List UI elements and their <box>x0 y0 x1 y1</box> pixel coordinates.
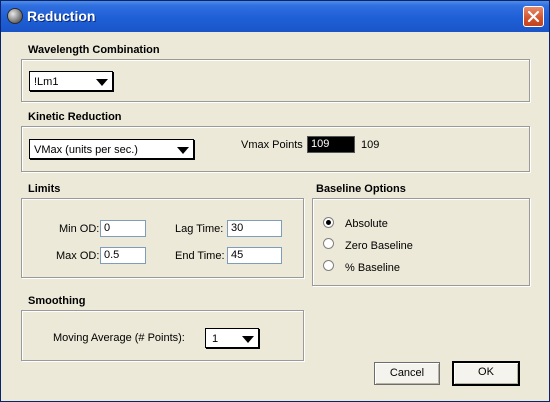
radio-percent-baseline-label: % Baseline <box>345 262 401 274</box>
wavelength-combination-value: !Lm1 <box>34 76 59 88</box>
kinetic-reduction-value: VMax (units per sec.) <box>34 144 138 156</box>
kinetic-reduction-label: Kinetic Reduction <box>28 111 122 123</box>
lag-time-input[interactable]: 30 <box>227 220 282 237</box>
max-od-label: Max OD: <box>56 250 100 262</box>
vmax-points-readout: 109 <box>361 139 380 151</box>
chevron-down-icon <box>96 79 108 86</box>
ok-button[interactable]: OK <box>452 361 520 386</box>
close-button[interactable] <box>523 6 544 27</box>
end-time-input[interactable]: 45 <box>227 247 282 264</box>
vmax-points-input[interactable]: 109 <box>307 136 355 153</box>
window-title: Reduction <box>27 8 96 24</box>
radio-absolute-label: Absolute <box>345 218 388 230</box>
chevron-down-icon <box>242 336 254 343</box>
limits-group <box>21 198 304 278</box>
lag-time-label: Lag Time: <box>175 223 224 235</box>
kinetic-reduction-select[interactable]: VMax (units per sec.) <box>29 139 194 159</box>
radio-zero-baseline-label: Zero Baseline <box>345 240 413 252</box>
vmax-points-label: Vmax Points <box>241 139 303 151</box>
moving-average-value: 1 <box>212 333 219 345</box>
radio-percent-baseline[interactable] <box>323 260 334 271</box>
min-od-label: Min OD: <box>59 223 100 235</box>
baseline-options-label: Baseline Options <box>316 183 406 195</box>
wavelength-combination-label: Wavelength Combination <box>28 44 160 56</box>
limits-label: Limits <box>28 183 61 195</box>
wavelength-combination-select[interactable]: !Lm1 <box>29 71 113 91</box>
moving-average-label: Moving Average (# Points): <box>53 332 185 344</box>
max-od-input[interactable]: 0.5 <box>100 247 146 264</box>
reduction-dialog: Reduction Wavelength Combination !Lm1 Ki… <box>0 0 550 402</box>
smoothing-label: Smoothing <box>28 295 86 307</box>
moving-average-select[interactable]: 1 <box>205 328 259 348</box>
radio-zero-baseline[interactable] <box>323 238 334 249</box>
cancel-button[interactable]: Cancel <box>374 362 440 385</box>
title-bar: Reduction <box>1 1 549 32</box>
close-icon <box>527 10 540 23</box>
globe-icon <box>7 8 23 24</box>
end-time-label: End Time: <box>175 250 225 262</box>
radio-absolute[interactable] <box>323 217 334 228</box>
chevron-down-icon <box>177 147 189 154</box>
min-od-input[interactable]: 0 <box>100 220 146 237</box>
